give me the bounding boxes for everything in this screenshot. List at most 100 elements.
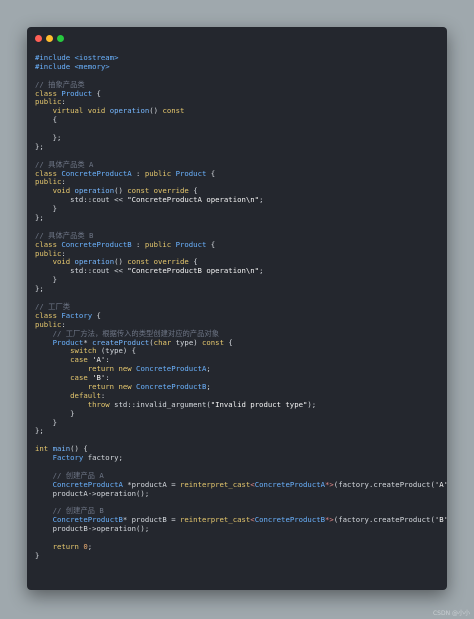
code-token: virtual void <box>52 106 110 116</box>
code-token: class <box>35 88 62 98</box>
code-token: { <box>35 115 57 125</box>
code-token: { <box>206 239 216 249</box>
code-token: createProduct <box>92 337 150 347</box>
code-token: ConcreteProductA <box>61 168 132 178</box>
code-token: (factory.createProduct( <box>333 479 435 489</box>
code-line: virtual void operation() const <box>35 106 443 116</box>
code-token: 'B' <box>434 515 447 525</box>
code-token: } <box>35 275 57 285</box>
code-token: ConcreteProductA <box>254 479 325 489</box>
code-token: }; <box>35 284 44 294</box>
code-token: } <box>35 417 57 427</box>
code-token: public <box>144 239 176 249</box>
code-token: Factory <box>61 310 93 320</box>
code-token: "ConcreteProductA operation\n" <box>127 195 260 205</box>
code-token: // 创建产品 A <box>52 470 104 480</box>
code-line: class Product { <box>35 88 443 99</box>
code-token: }; <box>35 213 44 223</box>
code-token: "ConcreteProductB operation\n" <box>127 266 260 276</box>
code-token: class <box>35 239 62 249</box>
code-token: : <box>100 390 106 400</box>
code-token: 'A' <box>434 479 447 489</box>
code-token: ; <box>259 195 264 205</box>
code-token: #include <memory> <box>35 61 110 71</box>
code-token: const override <box>127 257 189 267</box>
code-token: Product <box>52 337 84 347</box>
code-token: *productA = <box>122 479 180 489</box>
code-token: class <box>35 168 62 178</box>
code-token: public <box>35 177 62 187</box>
code-token: void <box>52 186 75 196</box>
code-token: ConcreteProductB <box>254 515 325 525</box>
code-token: : <box>131 239 145 249</box>
code-token: } <box>35 408 75 418</box>
code-line: throw std::invalid_argument("Invalid pro… <box>35 399 443 410</box>
code-token: Product <box>175 168 207 178</box>
code-line: } <box>35 204 443 214</box>
code-token: const <box>202 337 224 347</box>
code-token: () <box>149 106 163 116</box>
code-token: return new <box>87 381 137 391</box>
code-line: std::cout << "ConcreteProductB operation… <box>35 266 443 276</box>
code-token: default <box>70 390 101 400</box>
code-line: Factory factory; <box>35 453 443 463</box>
code-token: 'A' <box>92 355 106 365</box>
code-token: productA->operation(); <box>35 488 150 498</box>
code-token: operation <box>74 257 115 267</box>
code-token: : <box>61 97 66 107</box>
code-token: int <box>35 444 53 454</box>
code-line: return 0; <box>35 542 443 552</box>
code-token: ; <box>206 381 211 391</box>
code-token: // 抽象产品类 <box>35 79 85 89</box>
code-token: () <box>114 186 128 196</box>
code-token: { <box>206 168 216 178</box>
code-token: reinterpret_cast <box>180 479 251 489</box>
code-line: }; <box>35 426 443 436</box>
code-line: class ConcreteProductA : public Product … <box>35 168 443 179</box>
maximize-button[interactable] <box>57 35 64 42</box>
code-token: ConcreteProductA <box>52 479 123 489</box>
code-token: case <box>70 373 93 383</box>
code-token: }; <box>35 141 44 151</box>
code-line: } <box>35 417 443 428</box>
code-token: ConcreteProductB <box>136 381 207 391</box>
code-token: // 工厂方法，根据传入的类型创建对应的产品对象 <box>52 328 219 338</box>
code-token: * productB = <box>122 515 180 525</box>
code-token: { <box>92 88 101 98</box>
code-token: : <box>131 168 145 178</box>
code-token: public <box>35 97 62 107</box>
code-line: } <box>35 551 443 561</box>
code-token: factory; <box>83 453 123 463</box>
code-token: reinterpret_cast <box>180 515 251 525</box>
code-token: Product <box>61 88 93 98</box>
code-token: () <box>114 257 128 267</box>
code-token: // 具体产品类 A <box>35 159 94 169</box>
code-token: void <box>52 257 75 267</box>
code-line: #include <memory> <box>35 61 443 72</box>
code-token: * <box>83 337 93 347</box>
code-line: } <box>35 275 443 285</box>
code-token: ); <box>307 399 317 409</box>
close-button[interactable] <box>35 35 42 42</box>
code-token: ConcreteProductA <box>136 364 207 374</box>
code-line: class ConcreteProductB : public Product … <box>35 239 443 250</box>
code-line: }; <box>35 141 443 152</box>
code-token: public <box>35 319 62 329</box>
code-token: std::invalid_argument( <box>114 399 211 409</box>
minimize-button[interactable] <box>46 35 53 42</box>
